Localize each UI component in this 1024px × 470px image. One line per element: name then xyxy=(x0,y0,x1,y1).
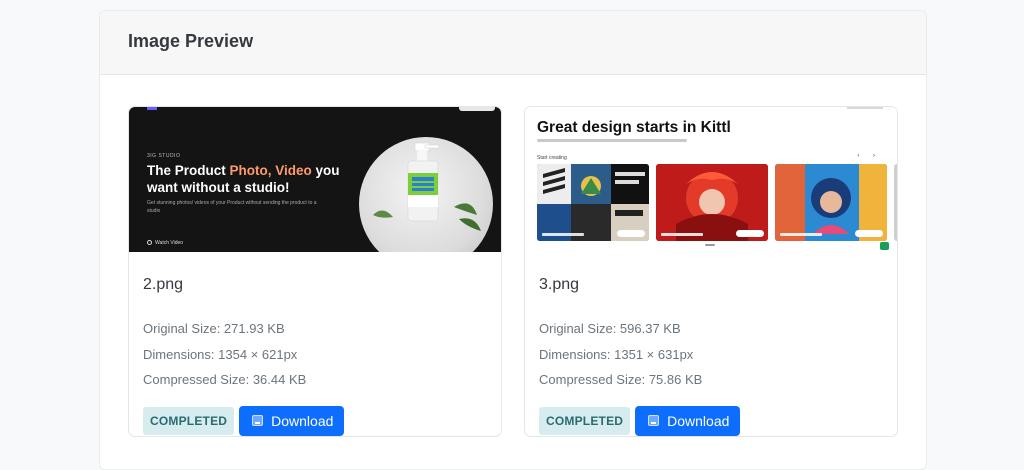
product-photo xyxy=(359,137,493,252)
thumbnail-studio: 3IG STUDIO xyxy=(147,153,181,159)
dimensions: Dimensions: 1351 × 631px xyxy=(539,346,694,362)
compressed-size: Compressed Size: 75.86 KB xyxy=(539,372,703,387)
image-thumbnail[interactable]: Great design starts in Kittl Start creat… xyxy=(525,107,897,252)
download-label: Download xyxy=(271,412,334,429)
logo-mark xyxy=(147,107,157,110)
tile-button xyxy=(855,230,883,237)
tile-caption xyxy=(661,233,703,236)
file-name: 2.png xyxy=(143,276,184,293)
bookmark-icon xyxy=(880,242,889,250)
status-badge: COMPLETED xyxy=(539,406,631,435)
card-actions: COMPLETED Download xyxy=(143,405,487,436)
template-tile xyxy=(894,164,897,241)
tile-button xyxy=(617,230,645,237)
original-size: Original Size: 271.93 KB xyxy=(143,321,285,336)
card-actions: COMPLETED Download xyxy=(539,405,883,436)
thumbnail-headline: The Product Photo, Video you want withou… xyxy=(147,163,340,195)
carousel-arrows: ‹ › xyxy=(857,153,881,159)
thumbnail-headline: Great design starts in Kittl xyxy=(537,119,731,136)
thumbnail-subtext xyxy=(537,139,687,142)
carousel-dots xyxy=(705,244,715,246)
thumbnail-watch: Watch Video xyxy=(155,240,184,246)
tile-button xyxy=(736,230,764,237)
panel-header: Image Preview xyxy=(100,11,926,75)
download-icon xyxy=(648,415,660,426)
play-icon xyxy=(147,240,152,245)
thumbnail-subtext: Get stunning photos/ videos of your Prod… xyxy=(147,200,317,214)
card-body: 3.png Original Size: 596.37 KB Dimension… xyxy=(525,252,897,436)
thumbnail-topbar xyxy=(847,107,883,109)
template-tile xyxy=(656,164,768,241)
tile-caption xyxy=(542,233,584,236)
download-button[interactable]: Download xyxy=(239,405,345,436)
thumbnail-start-label: Start creating xyxy=(537,155,567,161)
status-badge: COMPLETED xyxy=(143,406,235,435)
template-tile xyxy=(537,164,649,241)
dimensions: Dimensions: 1354 × 621px xyxy=(143,346,298,362)
bottle-graphic xyxy=(373,142,481,231)
thumbnail-tab xyxy=(459,107,495,111)
file-name: 3.png xyxy=(539,276,580,293)
download-label: Download xyxy=(667,412,730,429)
panel-title: Image Preview xyxy=(128,31,254,51)
download-button[interactable]: Download xyxy=(635,405,741,436)
template-tile xyxy=(775,164,887,241)
tile-caption xyxy=(780,233,822,236)
original-size: Original Size: 596.37 KB xyxy=(539,321,681,336)
image-preview-panel: Image Preview 3IG STUDIO The Product Pho… xyxy=(99,10,927,470)
image-card: Great design starts in Kittl Start creat… xyxy=(524,106,898,437)
compressed-size: Compressed Size: 36.44 KB xyxy=(143,372,307,387)
image-thumbnail[interactable]: 3IG STUDIO The Product Photo, Video you … xyxy=(129,107,501,252)
download-icon xyxy=(252,415,264,426)
card-body: 2.png Original Size: 271.93 KB Dimension… xyxy=(129,252,501,436)
image-card: 3IG STUDIO The Product Photo, Video you … xyxy=(128,106,502,437)
